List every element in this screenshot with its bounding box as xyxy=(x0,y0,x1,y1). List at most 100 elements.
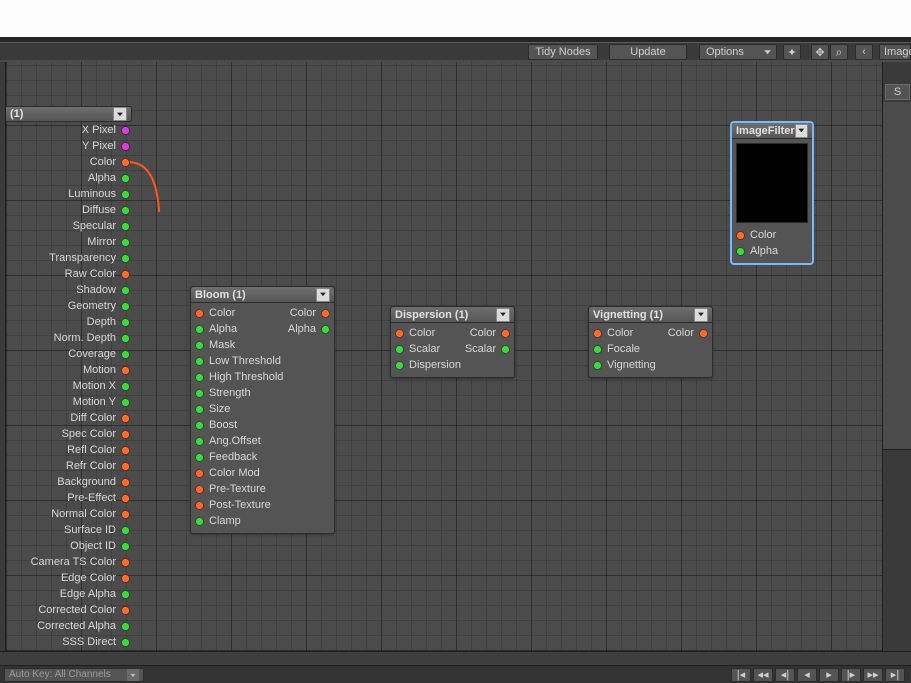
output-port[interactable] xyxy=(121,254,130,263)
node-titlebar[interactable]: Dispersion (1) ▼ xyxy=(391,307,514,323)
output-port-row[interactable]: Camera TS Color xyxy=(6,554,132,570)
output-port-row[interactable]: Raw Color xyxy=(6,266,132,282)
output-port[interactable] xyxy=(121,430,130,439)
fast-forward-button[interactable]: ▸▸ xyxy=(863,668,883,682)
output-port[interactable] xyxy=(121,558,130,567)
output-port-row[interactable]: Normal Color xyxy=(6,506,132,522)
output-port-row[interactable]: Shadow xyxy=(6,282,132,298)
output-port-row[interactable]: Coverage xyxy=(6,346,132,362)
zoom-icon[interactable]: ⌕ xyxy=(830,44,848,60)
output-port-row[interactable]: Transparency xyxy=(6,250,132,266)
output-port-color[interactable] xyxy=(699,329,708,338)
output-port[interactable] xyxy=(121,382,130,391)
output-port[interactable] xyxy=(121,158,130,167)
output-port[interactable] xyxy=(121,270,130,279)
output-port[interactable] xyxy=(121,462,130,471)
play-back-button[interactable]: ◂ xyxy=(797,668,817,682)
update-button[interactable]: Update xyxy=(609,44,687,60)
input-port[interactable] xyxy=(736,247,745,256)
step-back-button[interactable]: ◂| xyxy=(775,668,795,682)
output-port-alpha[interactable] xyxy=(321,325,330,334)
port-row-color[interactable]: Color Color xyxy=(593,325,708,341)
port-row[interactable]: Mask xyxy=(195,337,330,353)
go-to-end-button[interactable]: ▸| xyxy=(885,668,905,682)
output-port-row[interactable]: Motion Y xyxy=(6,394,132,410)
output-port[interactable] xyxy=(121,590,130,599)
port-row[interactable]: Color Mod xyxy=(195,465,330,481)
bloom-node[interactable]: Bloom (1) ▼ Color Color Alpha Alpha Mask… xyxy=(190,286,335,534)
input-port[interactable] xyxy=(395,361,404,370)
options-dropdown[interactable]: Options ▼ xyxy=(699,44,777,60)
output-port-row[interactable]: Corrected Alpha xyxy=(6,618,132,634)
step-forward-button[interactable]: |▸ xyxy=(841,668,861,682)
tidy-nodes-button[interactable]: Tidy Nodes xyxy=(528,44,598,60)
output-port[interactable] xyxy=(121,190,130,199)
input-port[interactable] xyxy=(195,437,204,446)
input-port[interactable] xyxy=(195,469,204,478)
input-port[interactable] xyxy=(195,405,204,414)
port-row[interactable]: High Threshold xyxy=(195,369,330,385)
input-port[interactable] xyxy=(195,517,204,526)
render-source-node[interactable]: (1) ▼ X PixelY PixelColorAlphaLuminousDi… xyxy=(6,106,132,650)
input-port[interactable] xyxy=(736,231,745,240)
port-row-alpha[interactable]: Alpha Alpha xyxy=(195,321,330,337)
output-port[interactable] xyxy=(121,318,130,327)
output-port[interactable] xyxy=(121,398,130,407)
output-port[interactable] xyxy=(121,142,130,151)
port-row[interactable]: Low Threshold xyxy=(195,353,330,369)
vignetting-node[interactable]: Vignetting (1) ▼ Color Color FocaleVigne… xyxy=(588,306,713,378)
output-port[interactable] xyxy=(121,478,130,487)
output-port-row[interactable]: Geometry xyxy=(6,298,132,314)
output-port[interactable] xyxy=(121,414,130,423)
side-panel-section[interactable]: S xyxy=(885,84,910,100)
dropdown-icon[interactable]: ▼ xyxy=(316,288,330,302)
output-port[interactable] xyxy=(121,126,130,135)
output-port-row[interactable]: Mirror xyxy=(6,234,132,250)
timeline-track[interactable] xyxy=(0,652,911,666)
input-port[interactable] xyxy=(593,345,602,354)
output-port-row[interactable]: Norm. Depth xyxy=(6,330,132,346)
output-port-row[interactable]: Specular xyxy=(6,218,132,234)
output-port-row[interactable]: Luminous xyxy=(6,186,132,202)
output-port-row[interactable]: Alpha xyxy=(6,170,132,186)
output-port-row[interactable]: Motion X xyxy=(6,378,132,394)
input-port-color[interactable] xyxy=(593,329,602,338)
input-port[interactable] xyxy=(593,361,602,370)
port-row[interactable]: Vignetting xyxy=(593,357,708,373)
output-port[interactable] xyxy=(121,334,130,343)
input-port[interactable] xyxy=(195,357,204,366)
output-port-row[interactable]: Refr Color xyxy=(6,458,132,474)
dropdown-icon[interactable]: ▼ xyxy=(795,124,808,138)
input-port-scalar[interactable] xyxy=(395,345,404,354)
output-port-row[interactable]: Surface ID xyxy=(6,522,132,538)
output-port[interactable] xyxy=(121,510,130,519)
output-port-row[interactable]: Pre-Effect xyxy=(6,490,132,506)
output-port-scalar[interactable] xyxy=(501,345,510,354)
output-port-row[interactable]: Diffuse xyxy=(6,202,132,218)
output-port-color[interactable] xyxy=(321,309,330,318)
output-port[interactable] xyxy=(121,526,130,535)
port-row[interactable]: Focale xyxy=(593,341,708,357)
output-port[interactable] xyxy=(121,350,130,359)
port-row[interactable]: Size xyxy=(195,401,330,417)
input-port[interactable] xyxy=(195,421,204,430)
move-arrows-icon[interactable]: ✥ xyxy=(811,44,829,60)
output-port[interactable] xyxy=(121,174,130,183)
output-port-row[interactable]: Corrected Color xyxy=(6,602,132,618)
collapse-left-icon[interactable]: ‹ xyxy=(855,44,873,60)
input-port[interactable] xyxy=(195,389,204,398)
input-port[interactable] xyxy=(195,373,204,382)
port-row-scalar[interactable]: Scalar Scalar xyxy=(395,341,510,357)
port-row[interactable]: Strength xyxy=(195,385,330,401)
output-port[interactable] xyxy=(121,574,130,583)
input-port[interactable] xyxy=(195,485,204,494)
output-port-row[interactable]: Y Pixel xyxy=(6,138,132,154)
input-port-color[interactable] xyxy=(195,309,204,318)
port-row[interactable]: Ang.Offset xyxy=(195,433,330,449)
port-row-color[interactable]: Color Color xyxy=(395,325,510,341)
output-port-row[interactable]: Color xyxy=(6,154,132,170)
magic-wand-icon[interactable]: ✦ xyxy=(783,44,801,60)
output-port-row[interactable]: X Pixel xyxy=(6,122,132,138)
output-port[interactable] xyxy=(121,302,130,311)
port-row[interactable]: Feedback xyxy=(195,449,330,465)
